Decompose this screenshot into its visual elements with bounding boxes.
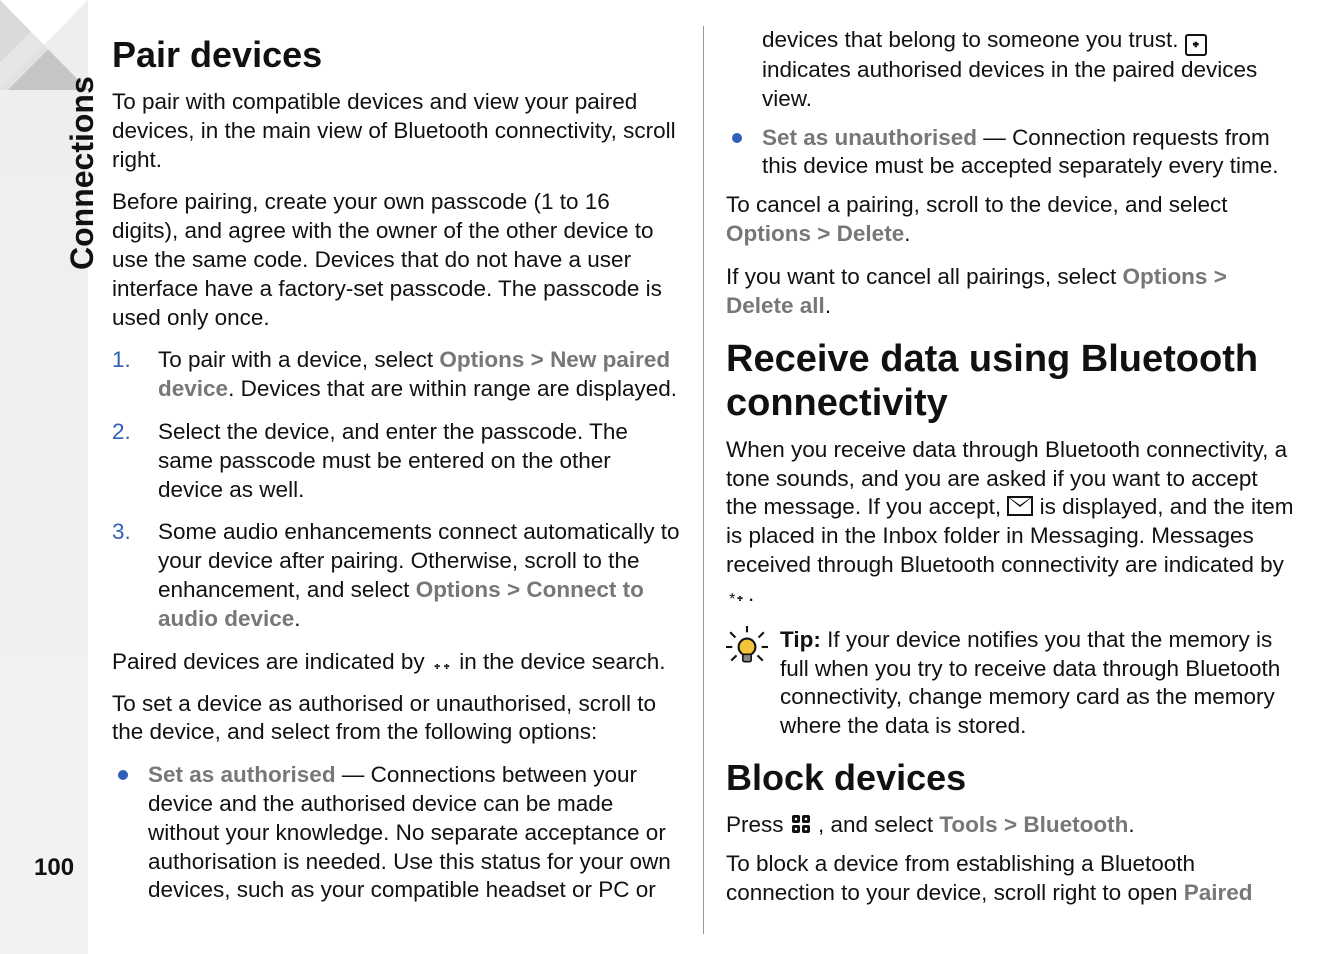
- page-number: 100: [34, 854, 74, 882]
- tip-label: Tip:: [780, 627, 827, 652]
- menu-delete: Delete: [837, 221, 905, 246]
- step-text: Some audio enhancements connect automati…: [158, 518, 680, 633]
- tip-text: Tip: If your device notifies you that th…: [780, 626, 1294, 741]
- menu-options: Options: [1122, 264, 1207, 289]
- bluetooth-pair-icon: ᛭᛭: [431, 658, 453, 680]
- paired-indicator-paragraph: Paired devices are indicated by ᛭᛭ in th…: [112, 648, 680, 680]
- menu-paired: Paired: [1184, 880, 1253, 905]
- chevron-right-icon: >: [507, 577, 520, 602]
- pairing-step-1: 1. To pair with a device, select Options…: [112, 346, 680, 404]
- step-number: 3.: [112, 518, 140, 633]
- authorisation-intro-paragraph: To set a device as authorised or unautho…: [112, 690, 680, 748]
- bluetooth-message-icon: *᛭: [726, 590, 748, 612]
- menu-set-as-unauthorised: Set as unauthorised: [762, 125, 977, 150]
- menu-delete-all: Delete all: [726, 293, 825, 318]
- receive-data-paragraph: When you receive data through Bluetooth …: [726, 436, 1294, 612]
- step-number: 2.: [112, 418, 140, 504]
- chevron-right-icon: >: [1214, 264, 1227, 289]
- pairing-steps-list: 1. To pair with a device, select Options…: [112, 346, 680, 633]
- heading-block-devices: Block devices: [726, 755, 1294, 801]
- chevron-right-icon: >: [1004, 812, 1017, 837]
- set-as-unauthorised-item: Set as unauthorised — Connection request…: [726, 124, 1294, 182]
- menu-tools: Tools: [939, 812, 997, 837]
- chevron-right-icon: >: [531, 347, 544, 372]
- tip-callout: Tip: If your device notifies you that th…: [726, 626, 1294, 741]
- menu-options: Options: [416, 577, 501, 602]
- menu-options: Options: [726, 221, 811, 246]
- menu-key-icon: [790, 814, 812, 836]
- menu-options: Options: [439, 347, 524, 372]
- menu-set-as-authorised: Set as authorised: [148, 762, 336, 787]
- section-side-tab: Connections: [24, 20, 74, 520]
- pairing-step-3: 3. Some audio enhancements connect autom…: [112, 518, 680, 633]
- step-number: 1.: [112, 346, 140, 404]
- page-content: Pair devices To pair with compatible dev…: [112, 26, 1294, 934]
- chevron-right-icon: >: [817, 221, 830, 246]
- block-device-paragraph: To block a device from establishing a Bl…: [726, 850, 1294, 908]
- heading-receive-data: Receive data using Bluetooth connectivit…: [726, 338, 1294, 425]
- step-text: Select the device, and enter the passcod…: [158, 418, 680, 504]
- heading-pair-devices: Pair devices: [112, 32, 680, 78]
- step-text: To pair with a device, select Options > …: [158, 346, 680, 404]
- envelope-icon: [1007, 496, 1033, 516]
- lightbulb-tip-icon: [726, 626, 768, 668]
- before-pairing-paragraph: Before pairing, create your own passcode…: [112, 188, 680, 332]
- menu-bluetooth: Bluetooth: [1023, 812, 1128, 837]
- block-press-paragraph: Press , and select Tools > Bluetooth.: [726, 811, 1294, 840]
- pairing-step-2: 2. Select the device, and enter the pass…: [112, 418, 680, 504]
- cancel-pairing-paragraph: To cancel a pairing, scroll to the devic…: [726, 191, 1294, 249]
- section-side-tab-label: Connections: [64, 76, 101, 270]
- authorised-device-icon: ᛭: [1185, 34, 1207, 56]
- cancel-all-pairings-paragraph: If you want to cancel all pairings, sele…: [726, 263, 1294, 321]
- pair-intro-paragraph: To pair with compatible devices and view…: [112, 88, 680, 174]
